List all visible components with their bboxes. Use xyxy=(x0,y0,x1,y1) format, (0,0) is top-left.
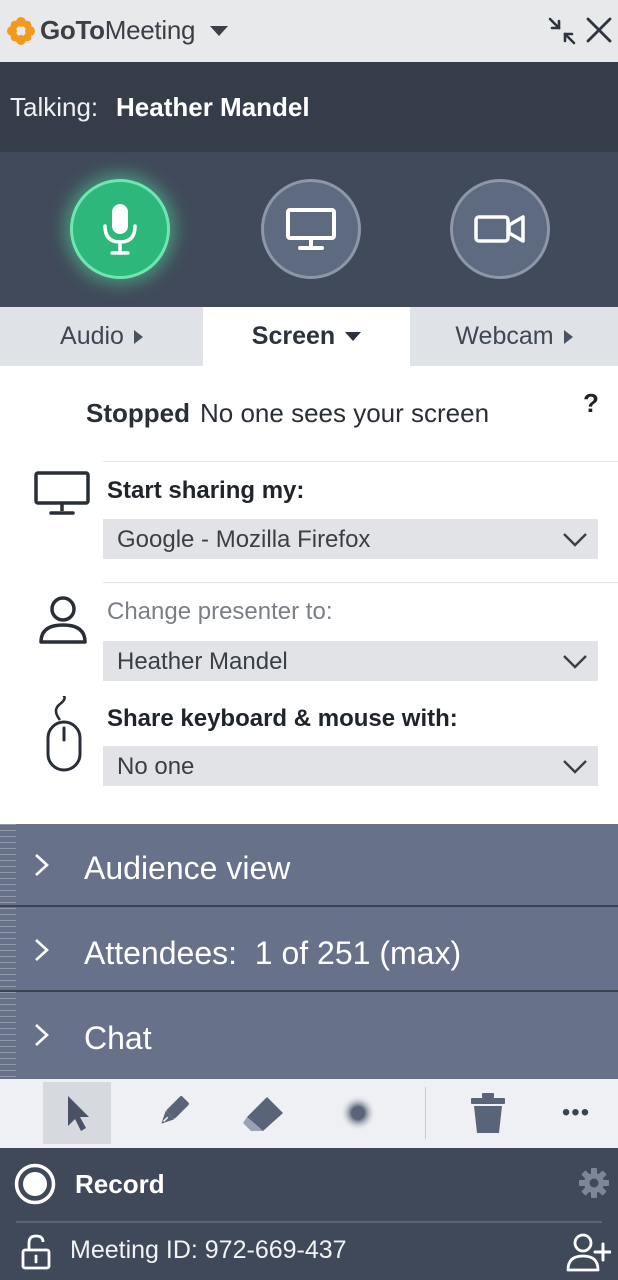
tab-webcam-label: Webcam xyxy=(455,322,554,350)
talking-label: Talking: xyxy=(10,92,99,122)
spotlight-icon xyxy=(340,1095,376,1131)
accordion: Audience view Attendees: 1 of 251 (max) … xyxy=(0,824,618,1079)
title-bar: GoToMeeting xyxy=(0,0,618,62)
tab-audio[interactable]: Audio xyxy=(0,307,203,366)
attendees-row[interactable]: Attendees: 1 of 251 (max) xyxy=(0,909,618,992)
help-button[interactable]: ? xyxy=(583,388,599,419)
gear-icon[interactable] xyxy=(578,1167,610,1199)
screen-status: Stopped No one sees your screen xyxy=(86,398,489,429)
media-controls xyxy=(0,152,618,307)
monitor-icon xyxy=(286,208,336,250)
pen-icon xyxy=(161,1096,189,1124)
audience-view-row[interactable]: Audience view xyxy=(0,824,618,907)
tab-audio-label: Audio xyxy=(60,322,124,350)
camera-icon xyxy=(474,215,525,243)
divider xyxy=(103,582,618,583)
microphone-icon xyxy=(103,204,137,255)
add-user-icon[interactable] xyxy=(565,1232,611,1272)
chat-label: Chat xyxy=(84,1020,152,1056)
chevron-down-icon xyxy=(345,332,362,341)
meeting-id: Meeting ID: 972-669-437 xyxy=(70,1236,347,1264)
more-options-button[interactable]: ••• xyxy=(542,1082,610,1144)
gotomeeting-logo-icon xyxy=(7,17,35,45)
share-label: Start sharing my: xyxy=(107,477,305,504)
share-select[interactable]: Google - Mozilla Firefox xyxy=(103,519,598,559)
chat-row[interactable]: Chat xyxy=(0,994,618,1077)
share-select-value: Google - Mozilla Firefox xyxy=(117,526,371,553)
webcam-button[interactable] xyxy=(450,179,550,279)
chevron-right-icon xyxy=(563,329,573,344)
talking-name: Heather Mandel xyxy=(116,92,310,122)
screen-panel: Stopped No one sees your screen ? Start s… xyxy=(0,366,618,824)
keyboard-select-value: No one xyxy=(117,753,195,780)
divider xyxy=(16,1221,602,1223)
more-icon: ••• xyxy=(561,1099,591,1126)
talking-bar: Talking: Heather Mandel xyxy=(0,62,618,152)
monitor-icon xyxy=(34,471,90,515)
drawing-toolbar: ••• xyxy=(0,1079,618,1148)
presenter-select-value: Heather Mandel xyxy=(117,648,288,675)
microphone-button[interactable] xyxy=(70,179,170,279)
spotlight-tool-button[interactable] xyxy=(324,1082,392,1144)
person-icon xyxy=(39,596,87,644)
divider xyxy=(103,461,618,462)
toolbar-divider xyxy=(425,1087,426,1139)
record-button[interactable]: Record xyxy=(75,1169,165,1200)
keyboard-select[interactable]: No one xyxy=(103,746,598,786)
mouse-icon xyxy=(46,696,82,772)
presenter-select[interactable]: Heather Mandel xyxy=(103,641,598,681)
tab-webcam[interactable]: Webcam xyxy=(410,307,618,366)
highlighter-icon xyxy=(243,1097,283,1131)
attendees-label: Attendees: 1 of 251 (max) xyxy=(84,935,462,971)
status-text: No one sees your screen xyxy=(200,398,490,428)
app-menu-caret-icon[interactable] xyxy=(210,26,228,36)
bottom-bar: Record Meeting ID: 972-669-437 xyxy=(0,1148,618,1280)
keyboard-label: Share keyboard & mouse with: xyxy=(107,705,458,732)
audience-view-label: Audience view xyxy=(84,850,291,886)
pointer-icon xyxy=(68,1096,89,1131)
status-strong: Stopped xyxy=(86,398,190,428)
trash-icon xyxy=(471,1093,505,1133)
clear-drawings-button[interactable] xyxy=(454,1082,522,1144)
unlocked-icon[interactable] xyxy=(20,1234,52,1270)
chevron-right-icon xyxy=(133,329,143,344)
chevron-right-icon xyxy=(35,939,49,961)
tab-screen-label: Screen xyxy=(251,322,336,350)
collapse-icon[interactable] xyxy=(547,16,577,46)
pen-tool-button[interactable] xyxy=(138,1082,206,1144)
pointer-tool-button[interactable] xyxy=(43,1082,111,1144)
chevron-down-icon xyxy=(563,760,587,774)
screen-share-button[interactable] xyxy=(261,179,361,279)
record-icon[interactable] xyxy=(14,1163,56,1205)
app-title[interactable]: GoToMeeting xyxy=(40,15,195,46)
tab-bar: Audio Screen Webcam xyxy=(0,307,618,366)
chevron-down-icon xyxy=(563,655,587,669)
tab-screen[interactable]: Screen xyxy=(203,307,410,366)
highlighter-tool-button[interactable] xyxy=(230,1082,298,1144)
chevron-down-icon xyxy=(563,533,587,547)
presenter-label: Change presenter to: xyxy=(107,598,333,625)
chevron-right-icon xyxy=(35,854,49,876)
chevron-right-icon xyxy=(35,1024,49,1046)
close-icon[interactable] xyxy=(583,14,615,46)
